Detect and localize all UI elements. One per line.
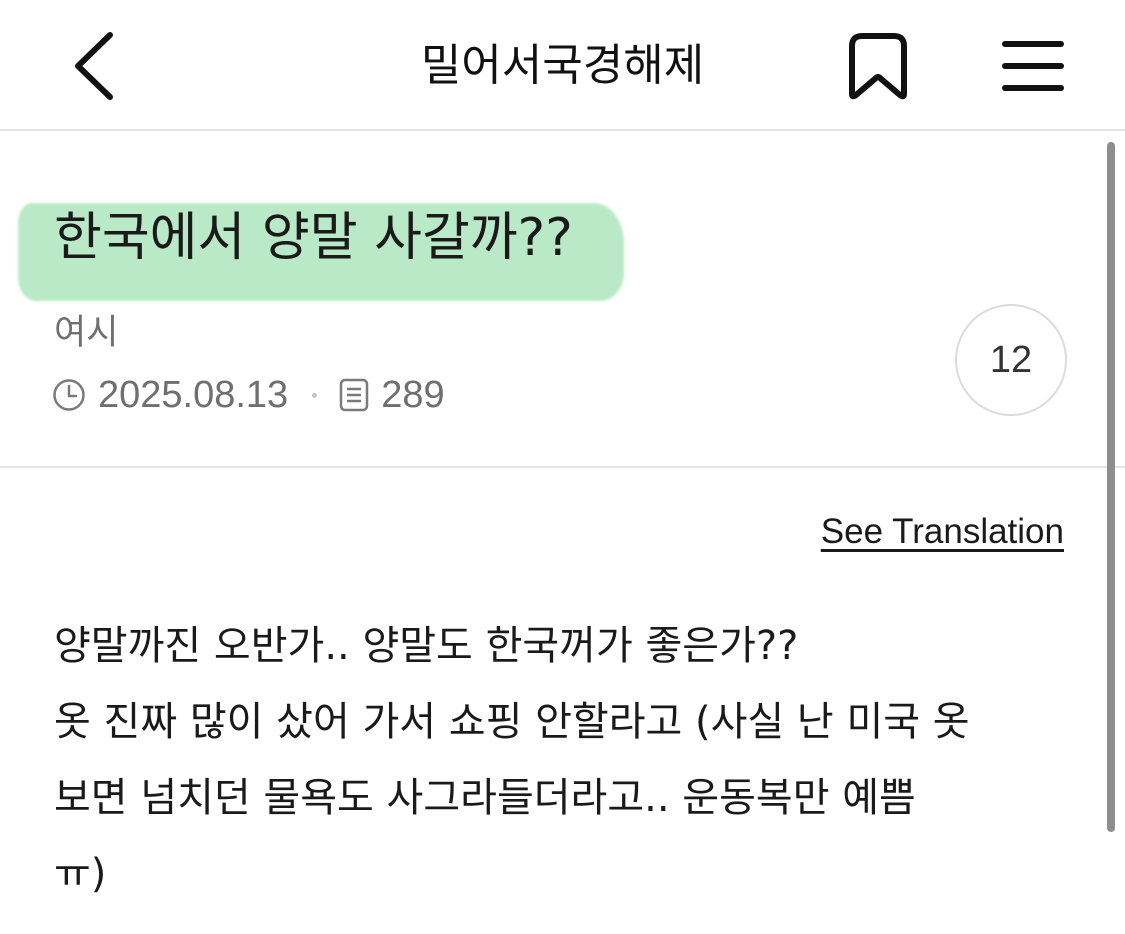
board-title: 밀어서국경해제 xyxy=(420,40,705,91)
clock-icon xyxy=(52,378,86,412)
top-app-bar: 밀어서국경해제 xyxy=(0,0,1125,131)
see-translation-link[interactable]: See Translation xyxy=(821,510,1064,554)
body-line: 보면 넘치던 물욕도 사그라들더라고.. 운동복만 예쁨 xyxy=(54,775,916,821)
body-line: 옷 진짜 많이 샀어 가서 쇼핑 안할라고 (사실 난 미국 옷 xyxy=(54,699,970,745)
post-author[interactable]: 여시 xyxy=(54,309,118,357)
post-title: 한국에서 양말 사갈까?? xyxy=(54,208,573,268)
body-line: 양말까진 오반가.. 양말도 한국꺼가 좋은가?? xyxy=(54,623,799,669)
meta-separator xyxy=(312,392,318,398)
post-date: 2025.08.13 xyxy=(98,373,289,416)
view-count-icon xyxy=(339,378,369,412)
scrollbar[interactable] xyxy=(1107,142,1115,832)
body-line: ㅠ) xyxy=(54,851,107,897)
comment-count-button[interactable]: 12 xyxy=(955,304,1067,416)
hamburger-menu-icon xyxy=(1002,38,1064,98)
bookmark-button[interactable] xyxy=(840,28,916,108)
view-count: 289 xyxy=(381,373,445,416)
post-meta: 2025.08.13 289 xyxy=(52,369,445,421)
chevron-left-icon xyxy=(70,31,116,105)
bookmark-icon xyxy=(848,32,908,104)
post-header: 한국에서 양말 사갈까?? 여시 2025.08.13 289 12 xyxy=(0,133,1125,468)
back-button[interactable] xyxy=(58,28,128,108)
post-body: 양말까진 오반가.. 양말도 한국꺼가 좋은가?? 옷 진짜 많이 샀어 가서 … xyxy=(54,608,1074,912)
menu-button[interactable] xyxy=(995,28,1071,108)
